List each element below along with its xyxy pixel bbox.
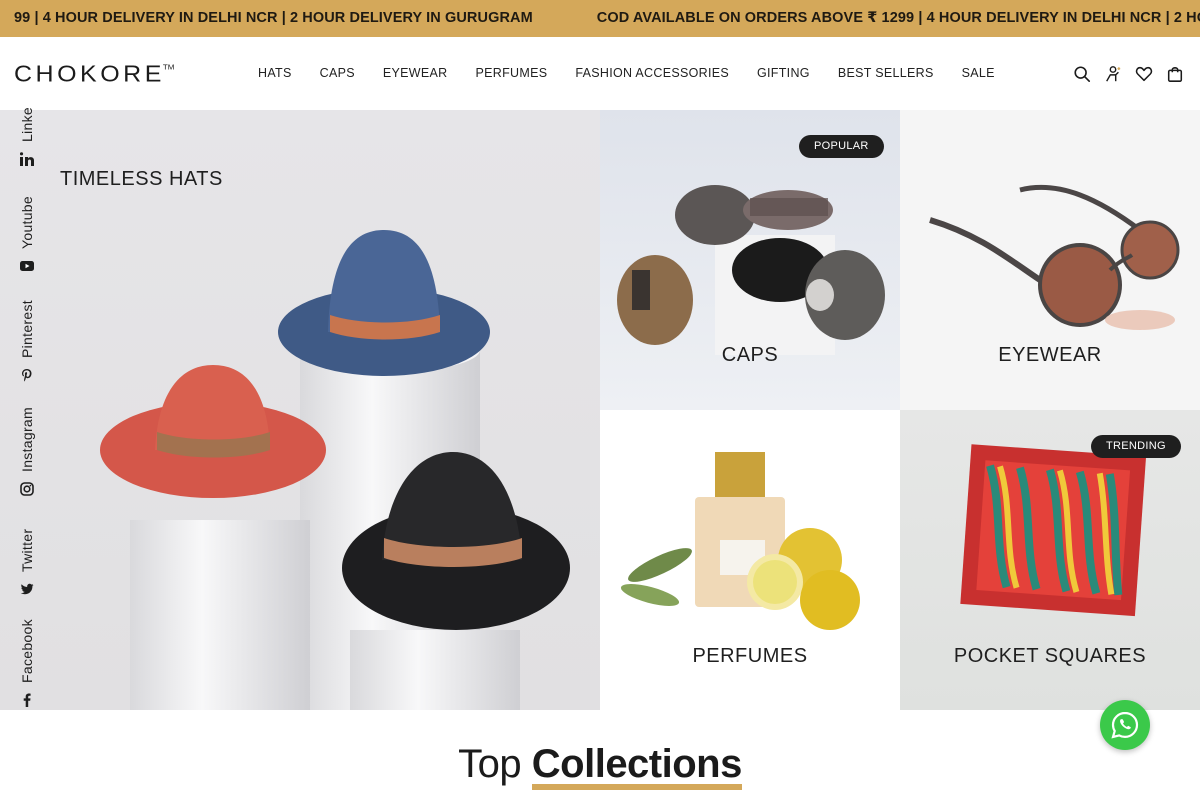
social-instagram[interactable]: Instagram	[19, 407, 35, 496]
instagram-icon	[20, 482, 34, 496]
announcement-track: 99 | 4 HOUR DELIVERY IN DELHI NCR | 2 HO…	[14, 0, 1200, 37]
social-label: Instagram	[19, 407, 35, 472]
social-facebook[interactable]: Facebook	[19, 619, 35, 707]
trending-badge: TRENDING	[1091, 435, 1181, 458]
account-icon[interactable]	[1104, 65, 1122, 83]
social-label: Facebook	[19, 619, 35, 683]
section-heading: Top Collections	[0, 742, 1200, 790]
site-header: CHOKORETM HATS CAPS EYEWEAR PERFUMES FAS…	[0, 37, 1200, 110]
social-pinterest[interactable]: Pinterest	[19, 300, 35, 382]
social-label: Linke	[19, 107, 35, 142]
announcement-text: COD AVAILABLE ON ORDERS ABOVE ₹ 1299 | 4…	[596, 10, 1200, 26]
social-label: Youtube	[19, 196, 35, 249]
nav-sale[interactable]: SALE	[962, 66, 995, 80]
header-icons	[1073, 65, 1184, 83]
tile-pocket-squares[interactable]: TRENDING POCKET SQUARES	[900, 410, 1200, 710]
hats-image	[100, 230, 570, 710]
social-youtube[interactable]: Youtube	[19, 196, 35, 273]
wishlist-heart-icon[interactable]	[1135, 65, 1153, 83]
tile-title: PERFUMES	[692, 645, 808, 667]
heading-top-word: Top	[458, 742, 522, 786]
nav-fashion-accessories[interactable]: FASHION ACCESSORIES	[575, 66, 729, 80]
heading-collections-word: Collections	[531, 744, 742, 790]
logo-text: CHOKORE	[14, 61, 165, 87]
tile-perfumes[interactable]: PERFUMES	[600, 410, 900, 710]
social-linkedin[interactable]: Linke	[19, 107, 35, 166]
linkedin-icon	[20, 152, 34, 166]
tile-timeless-hats[interactable]: TIMELESS HATS	[0, 110, 600, 710]
whatsapp-icon	[1111, 711, 1139, 739]
tile-title: EYEWEAR	[998, 344, 1102, 366]
social-twitter[interactable]: Twitter	[19, 529, 35, 596]
twitter-icon	[20, 583, 34, 595]
announcement-bar: 99 | 4 HOUR DELIVERY IN DELHI NCR | 2 HO…	[0, 0, 1200, 37]
announcement-text: 99 | 4 HOUR DELIVERY IN DELHI NCR | 2 HO…	[14, 10, 533, 26]
facebook-icon	[23, 693, 31, 707]
tile-caps[interactable]: POPULAR CAPS	[600, 110, 900, 410]
social-label: Twitter	[19, 528, 35, 572]
nav-gifting[interactable]: GIFTING	[757, 66, 810, 80]
search-icon[interactable]	[1073, 65, 1091, 83]
nav-hats[interactable]: HATS	[258, 66, 292, 80]
tile-eyewear[interactable]: EYEWEAR	[900, 110, 1200, 410]
tile-title: CAPS	[721, 344, 779, 366]
pinterest-icon	[22, 369, 32, 382]
trademark: TM	[162, 63, 175, 72]
nav-eyewear[interactable]: EYEWEAR	[383, 66, 448, 80]
tile-title: POCKET SQUARES	[953, 645, 1147, 667]
main-nav: HATS CAPS EYEWEAR PERFUMES FASHION ACCES…	[258, 66, 1023, 80]
cart-bag-icon[interactable]	[1166, 65, 1184, 83]
logo[interactable]: CHOKORETM	[14, 61, 176, 88]
whatsapp-chat-button[interactable]	[1100, 700, 1150, 750]
social-label: Pinterest	[19, 300, 35, 358]
nav-perfumes[interactable]: PERFUMES	[476, 66, 548, 80]
nav-best-sellers[interactable]: BEST SELLERS	[838, 66, 934, 80]
nav-caps[interactable]: CAPS	[320, 66, 355, 80]
popular-badge: POPULAR	[799, 135, 884, 158]
youtube-icon	[20, 261, 34, 271]
